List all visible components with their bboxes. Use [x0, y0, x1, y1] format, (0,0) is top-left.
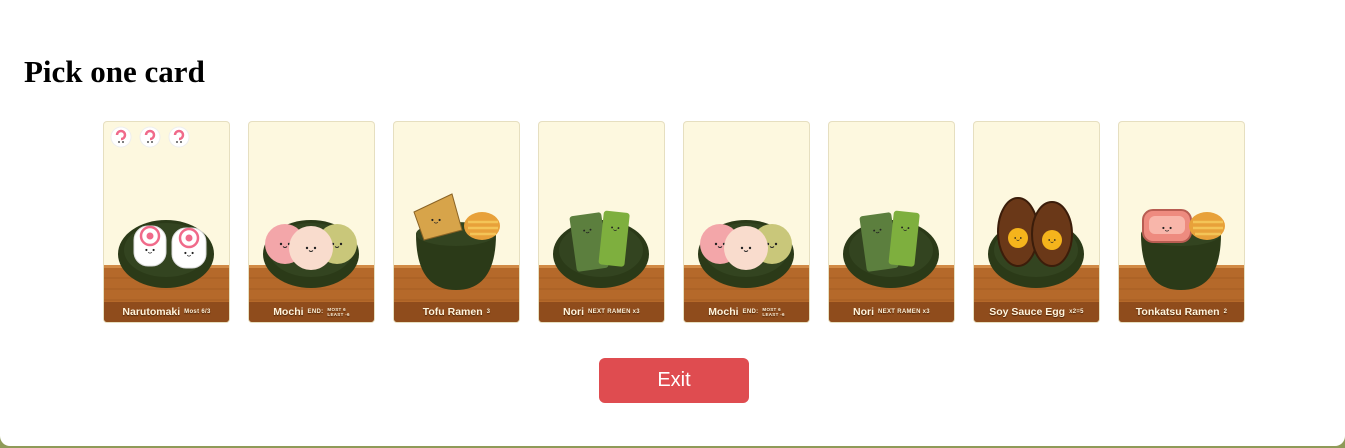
card-label: Narutomaki Most 6/3	[104, 304, 229, 319]
card-nori[interactable]: Nori NEXT RAMEN x3	[829, 122, 954, 322]
card-mochi[interactable]: Mochi END: MOST 6 LEAST -6	[684, 122, 809, 322]
nori-icon	[539, 210, 664, 322]
card-rule: 3	[486, 308, 491, 315]
card-name: Tofu Ramen	[422, 305, 483, 318]
card-name: Nori	[853, 305, 875, 318]
card-name: Nori	[563, 305, 585, 318]
card-label: Mochi END: MOST 6 LEAST -6	[684, 304, 809, 319]
card-rule-line: LEAST -6	[762, 311, 785, 317]
card-soy-sauce-egg[interactable]: Soy Sauce Egg x2=5	[974, 122, 1099, 322]
card-narutomaki[interactable]: Narutomaki Most 6/3	[104, 122, 229, 322]
narutomaki-icon	[104, 126, 229, 322]
card-rule-lines: MOST 6 LEAST -6	[327, 307, 349, 317]
card-label: Nori NEXT RAMEN x3	[539, 304, 664, 319]
card-rule: NEXT RAMEN x3	[878, 308, 930, 315]
card-label: Soy Sauce Egg x2=5	[974, 304, 1099, 319]
card-rule: x2=5	[1069, 308, 1084, 315]
card-name: Narutomaki	[122, 305, 181, 318]
card-name: Mochi	[273, 305, 304, 318]
soy-sauce-egg-icon	[974, 197, 1099, 322]
dialog-title: Pick one card	[24, 54, 205, 89]
card-rule: 2	[1223, 308, 1228, 315]
card-tofu-ramen[interactable]: Tofu Ramen 3	[394, 122, 519, 322]
tofu-ramen-icon	[394, 193, 519, 322]
card-mochi[interactable]: Mochi END: MOST 6 LEAST -6	[249, 122, 374, 322]
mochi-icon	[684, 220, 809, 322]
card-rule: END:	[307, 308, 324, 315]
card-rule: NEXT RAMEN x3	[588, 308, 640, 315]
exit-button[interactable]: Exit	[599, 358, 749, 403]
card-tonkatsu-ramen[interactable]: Tonkatsu Ramen 2	[1119, 122, 1244, 322]
card-rule-lines: MOST 6 LEAST -6	[762, 307, 784, 317]
card-label: Nori NEXT RAMEN x3	[829, 304, 954, 319]
mochi-icon	[249, 220, 374, 322]
card-nori[interactable]: Nori NEXT RAMEN x3	[539, 122, 664, 322]
card-name: Mochi	[708, 305, 739, 318]
card-rule: Most 6/3	[184, 308, 211, 315]
card-name: Tonkatsu Ramen	[1135, 305, 1220, 318]
card-label: Mochi END: MOST 6 LEAST -6	[249, 304, 374, 319]
card-row: Narutomaki Most 6/3 Mochi END: MOST 6 LE…	[104, 122, 1244, 322]
card-rule: END:	[742, 308, 759, 315]
card-rule-line: LEAST -6	[327, 311, 350, 317]
card-name: Soy Sauce Egg	[989, 305, 1066, 318]
tonkatsu-ramen-icon	[1119, 209, 1244, 322]
pick-card-dialog: Pick one card Narutomaki Most 6/3 Mochi …	[0, 0, 1345, 446]
card-label: Tofu Ramen 3	[394, 304, 519, 319]
card-label: Tonkatsu Ramen 2	[1119, 304, 1244, 319]
nori-icon	[829, 210, 954, 322]
